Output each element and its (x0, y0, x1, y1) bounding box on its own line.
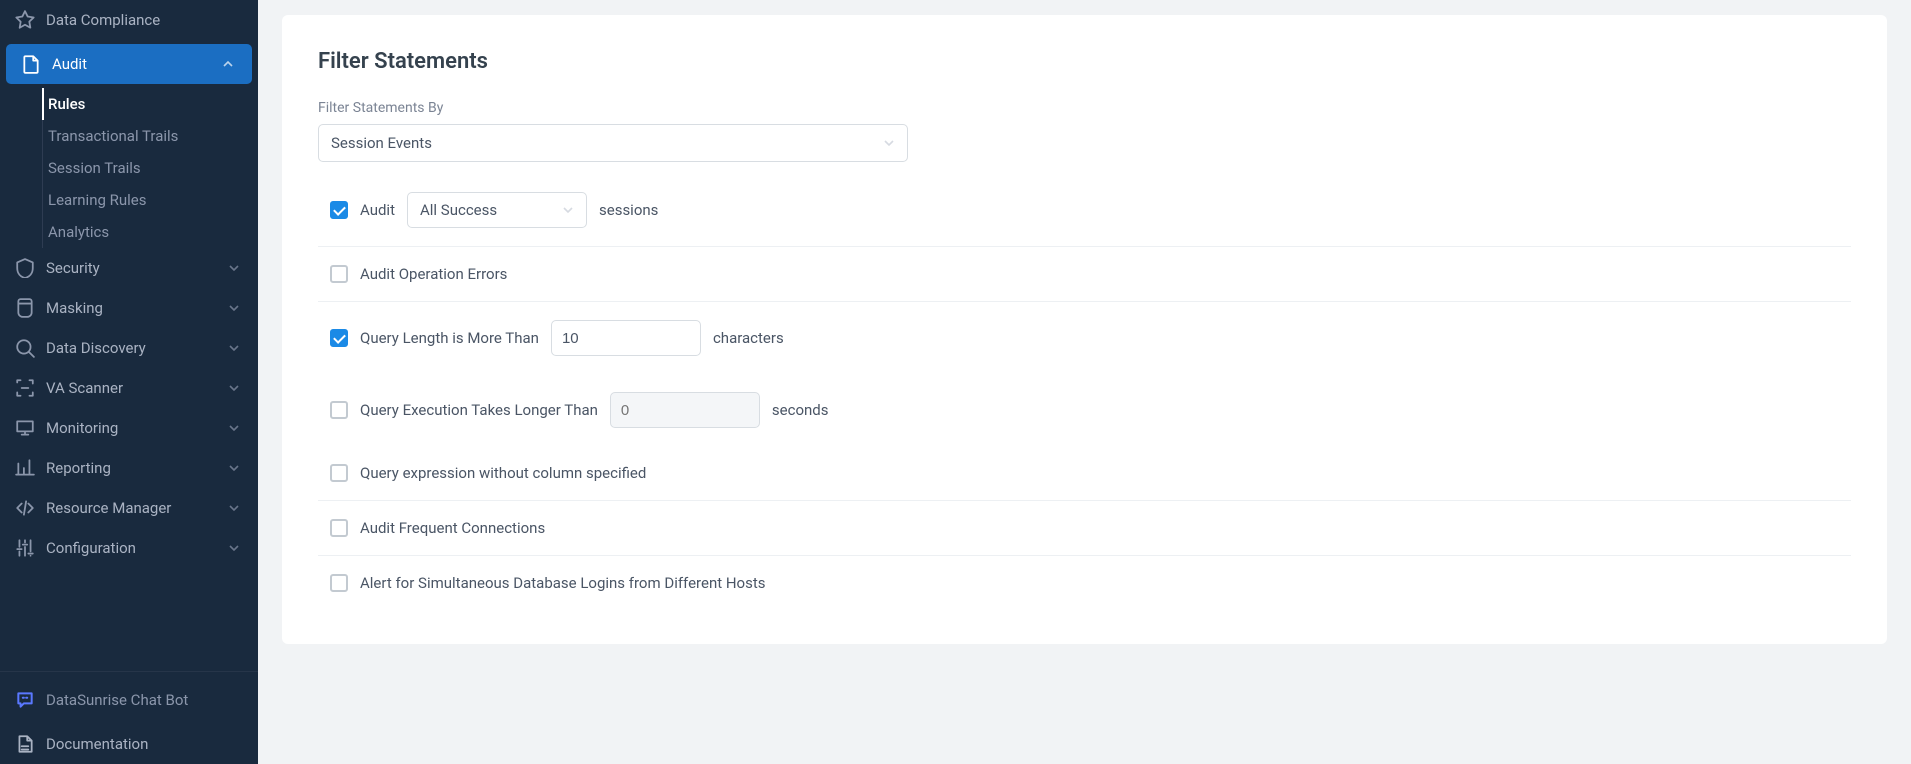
sidebar-item-label: Data Compliance (46, 11, 240, 29)
exec-time-label: Query Execution Takes Longer Than (360, 401, 598, 419)
chevron-down-icon (228, 302, 240, 314)
chevron-down-icon (228, 542, 240, 554)
sidebar-documentation-label: Documentation (46, 735, 240, 753)
chevron-down-icon (228, 342, 240, 354)
chevron-down-icon (228, 502, 240, 514)
chevron-down-icon (228, 262, 240, 274)
sidebar-sub-item-rules[interactable]: Rules (0, 88, 258, 120)
sidebar: Data Compliance Audit RulesTransactional T… (0, 0, 258, 764)
simul-login-checkbox[interactable] (330, 574, 348, 592)
chevron-down-icon (228, 422, 240, 434)
audit-mode-select[interactable]: All Success (407, 192, 587, 228)
sidebar-item-monitoring[interactable]: Monitoring (0, 408, 258, 448)
filter-query-len-row: Query Length is More Than characters (318, 301, 1851, 374)
sidebar-item-label: Reporting (46, 459, 218, 477)
sidebar-documentation[interactable]: Documentation (0, 728, 258, 764)
sidebar-item-configuration[interactable]: Configuration (0, 528, 258, 568)
query-len-suffix: characters (713, 329, 784, 347)
sidebar-item-label: VA Scanner (46, 379, 218, 397)
mask-icon (14, 298, 36, 318)
filter-no-column-row: Query expression without column specifie… (318, 446, 1851, 500)
sidebar-sub-item-learning-rules[interactable]: Learning Rules (0, 184, 258, 216)
chevron-down-icon (228, 462, 240, 474)
filter-freq-conn-row: Audit Frequent Connections (318, 500, 1851, 555)
filter-audit-row: Audit All Success sessions (318, 174, 1851, 246)
sidebar-item-reporting[interactable]: Reporting (0, 448, 258, 488)
chatbot-icon (14, 690, 36, 710)
exec-time-checkbox[interactable] (330, 401, 348, 419)
query-len-input[interactable] (551, 320, 701, 356)
audit-suffix: sessions (599, 201, 658, 219)
code-icon (14, 498, 36, 518)
filter-op-errors-row: Audit Operation Errors (318, 246, 1851, 301)
sidebar-item-security[interactable]: Security (0, 248, 258, 288)
sidebar-item-label: Resource Manager (46, 499, 218, 517)
scan-icon (14, 378, 36, 398)
chevron-up-icon (222, 58, 234, 70)
shield-icon (14, 258, 36, 278)
star-icon (14, 10, 36, 30)
chart-icon (14, 458, 36, 478)
sidebar-item-label: Monitoring (46, 419, 218, 437)
freq-conn-label: Audit Frequent Connections (360, 519, 545, 537)
chevron-down-icon (562, 204, 574, 216)
chevron-down-icon (883, 137, 895, 149)
filter-by-value: Session Events (331, 134, 432, 152)
card-title: Filter Statements (318, 49, 1851, 74)
content: Filter Statements Filter Statements By S… (258, 0, 1911, 764)
sidebar-chatbot-label: DataSunrise Chat Bot (46, 691, 240, 709)
exec-time-suffix: seconds (772, 401, 829, 419)
sidebar-item-data-discovery[interactable]: Data Discovery (0, 328, 258, 368)
sidebar-item-va-scanner[interactable]: VA Scanner (0, 368, 258, 408)
sidebar-item-label: Security (46, 259, 218, 277)
sidebar-main-list: Data Compliance Audit RulesTransactional T… (0, 0, 258, 568)
chevron-down-icon (228, 382, 240, 394)
filter-exec-time-row: Query Execution Takes Longer Than second… (318, 374, 1851, 446)
exec-time-input[interactable] (610, 392, 760, 428)
freq-conn-checkbox[interactable] (330, 519, 348, 537)
sidebar-sub-item-transactional-trails[interactable]: Transactional Trails (0, 120, 258, 152)
sidebar-item-label: Data Discovery (46, 339, 218, 357)
audit-label: Audit (360, 201, 395, 219)
sidebar-item-resource-manager[interactable]: Resource Manager (0, 488, 258, 528)
audit-mode-value: All Success (420, 201, 497, 219)
document-icon (14, 734, 36, 754)
sidebar-item-label: Configuration (46, 539, 218, 557)
op-errors-label: Audit Operation Errors (360, 265, 507, 283)
file-icon (20, 54, 42, 74)
sidebar-item-label: Audit (52, 55, 212, 73)
sidebar-item-label: Masking (46, 299, 218, 317)
no-column-checkbox[interactable] (330, 464, 348, 482)
sliders-icon (14, 538, 36, 558)
sidebar-item-masking[interactable]: Masking (0, 288, 258, 328)
no-column-label: Query expression without column specifie… (360, 464, 646, 482)
filter-simul-login-row: Alert for Simultaneous Database Logins f… (318, 555, 1851, 610)
filter-by-select[interactable]: Session Events (318, 124, 908, 162)
filter-statements-card: Filter Statements Filter Statements By S… (282, 15, 1887, 644)
query-len-checkbox[interactable] (330, 329, 348, 347)
op-errors-checkbox[interactable] (330, 265, 348, 283)
sidebar-sub-item-session-trails[interactable]: Session Trails (0, 152, 258, 184)
search-icon (14, 338, 36, 358)
query-len-label: Query Length is More Than (360, 329, 539, 347)
sidebar-sub-item-analytics[interactable]: Analytics (0, 216, 258, 248)
filter-by-label: Filter Statements By (318, 100, 1851, 116)
sidebar-item-data-compliance[interactable]: Data Compliance (0, 0, 258, 40)
sidebar-item-audit[interactable]: Audit (6, 44, 252, 84)
sidebar-chatbot[interactable]: DataSunrise Chat Bot (0, 672, 258, 728)
simul-login-label: Alert for Simultaneous Database Logins f… (360, 574, 766, 592)
monitor-icon (14, 418, 36, 438)
audit-checkbox[interactable] (330, 201, 348, 219)
